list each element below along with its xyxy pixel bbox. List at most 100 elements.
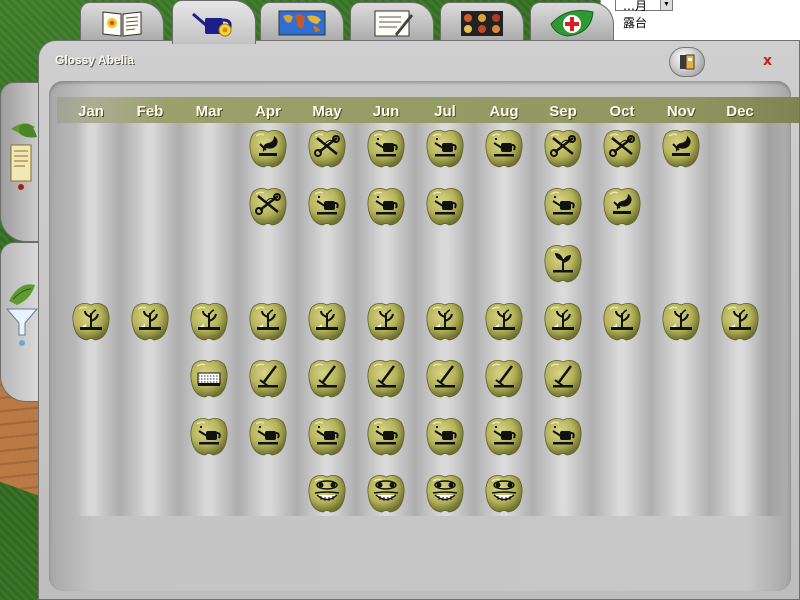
bug-face-icon <box>485 475 523 513</box>
watering-can-plus-task-jun[interactable] <box>364 126 408 170</box>
shears-task-oct[interactable] <box>600 126 644 170</box>
sprout-task-nov[interactable] <box>659 299 703 343</box>
watering-can-plus-task-apr[interactable] <box>246 414 290 458</box>
planting-task-nov[interactable] <box>659 126 703 170</box>
sprout-task-sep[interactable] <box>541 299 585 343</box>
shears-task-may[interactable] <box>305 126 349 170</box>
bug-face-task-jul[interactable] <box>423 471 467 515</box>
watering-can-plus-task-jun[interactable] <box>364 414 408 458</box>
tab-plant-gallery[interactable] <box>440 2 524 42</box>
panel-title: Glossy Abelia <box>55 53 134 67</box>
seedling-task-sep[interactable] <box>541 241 585 285</box>
watering-can-plus-task-aug[interactable] <box>482 126 526 170</box>
sprout-icon <box>426 302 464 340</box>
watering-can-plus-task-jun[interactable] <box>364 184 408 228</box>
month-label-may: May <box>312 103 342 120</box>
month-label-jan: Jan <box>78 103 104 120</box>
sprout-task-jan[interactable] <box>69 299 113 343</box>
bug-face-task-aug[interactable] <box>482 471 526 515</box>
side-tab-plant-info[interactable] <box>0 82 42 242</box>
bug-face-task-jun[interactable] <box>364 471 408 515</box>
watering-can-plus-icon <box>426 417 464 455</box>
shears-task-sep[interactable] <box>541 126 585 170</box>
watering-can-plus-task-jul[interactable] <box>423 414 467 458</box>
month-label-aug: Aug <box>489 103 519 120</box>
month-label-sep: Sep <box>549 103 577 120</box>
tab-encyclopedia[interactable] <box>80 2 164 42</box>
hand-rake-task-sep[interactable] <box>541 356 585 400</box>
notepad-pen-icon <box>374 10 413 36</box>
tab-plant-doctor[interactable] <box>530 2 614 42</box>
watering-can-plus-task-sep[interactable] <box>541 184 585 228</box>
watering-can-plus-task-may[interactable] <box>305 414 349 458</box>
mulch-task-mar[interactable] <box>187 356 231 400</box>
watering-can-plus-icon <box>426 130 464 168</box>
watering-can-plus-task-jul[interactable] <box>423 184 467 228</box>
tab-garden-care[interactable] <box>172 0 256 44</box>
photo-grid-icon <box>461 10 503 36</box>
sprout-icon <box>721 302 759 340</box>
sprout-icon <box>131 302 169 340</box>
hand-rake-task-apr[interactable] <box>246 356 290 400</box>
open-book-icon <box>102 10 142 37</box>
sprout-task-jun[interactable] <box>364 299 408 343</box>
month-label-jun: Jun <box>372 103 400 120</box>
shears-icon <box>603 130 641 168</box>
planting-task-oct[interactable] <box>600 184 644 228</box>
planting-icon <box>249 130 287 168</box>
hand-rake-task-may[interactable] <box>305 356 349 400</box>
mulch-icon <box>190 360 228 398</box>
panel-view-toggle-button[interactable] <box>669 47 705 77</box>
watering-can-plus-task-jul[interactable] <box>423 126 467 170</box>
month-label-dec: Dec <box>726 103 754 120</box>
watering-can-plus-task-aug[interactable] <box>482 414 526 458</box>
sprout-task-aug[interactable] <box>482 299 526 343</box>
bug-face-icon <box>367 475 405 513</box>
shears-task-apr[interactable] <box>246 184 290 228</box>
sprout-icon <box>544 302 582 340</box>
hand-rake-icon <box>544 360 582 398</box>
sprout-task-dec[interactable] <box>718 299 762 343</box>
tab-notes[interactable] <box>350 2 434 42</box>
month-label-feb: Feb <box>136 103 164 120</box>
shears-icon <box>249 187 287 225</box>
sprout-task-may[interactable] <box>305 299 349 343</box>
watering-can-plus-icon <box>544 417 582 455</box>
sprout-icon <box>308 302 346 340</box>
shears-icon <box>544 130 582 168</box>
bug-face-icon <box>308 475 346 513</box>
hand-rake-task-jun[interactable] <box>364 356 408 400</box>
watering-can-plus-task-sep[interactable] <box>541 414 585 458</box>
hand-rake-task-aug[interactable] <box>482 356 526 400</box>
watering-can-plus-task-mar[interactable] <box>187 414 231 458</box>
watering-can-plus-icon <box>426 187 464 225</box>
sprout-icon <box>603 302 641 340</box>
sprout-task-mar[interactable] <box>187 299 231 343</box>
sprout-task-jul[interactable] <box>423 299 467 343</box>
watering-can-plus-icon <box>485 130 523 168</box>
sprout-task-oct[interactable] <box>600 299 644 343</box>
sprout-icon <box>485 302 523 340</box>
sprout-task-apr[interactable] <box>246 299 290 343</box>
tab-world-map[interactable] <box>260 2 344 42</box>
watering-can-plus-icon <box>367 130 405 168</box>
watering-can-plus-icon <box>308 187 346 225</box>
red-cross-leaf-icon <box>550 9 594 37</box>
planting-task-apr[interactable] <box>246 126 290 170</box>
side-tab-care[interactable] <box>0 242 42 402</box>
hand-rake-icon <box>367 360 405 398</box>
watering-can-plus-task-may[interactable] <box>305 184 349 228</box>
watering-can-icon <box>192 12 232 36</box>
sprout-task-feb[interactable] <box>128 299 172 343</box>
seedling-icon <box>544 245 582 283</box>
sprout-icon <box>367 302 405 340</box>
hand-rake-icon <box>249 360 287 398</box>
month-label-mar: Mar <box>195 103 223 120</box>
bug-face-task-may[interactable] <box>305 471 349 515</box>
close-button[interactable]: x <box>763 53 772 69</box>
month-label-jul: Jul <box>434 103 456 120</box>
sprout-icon <box>662 302 700 340</box>
watering-can-plus-icon <box>367 187 405 225</box>
planting-icon <box>603 187 641 225</box>
hand-rake-task-jul[interactable] <box>423 356 467 400</box>
